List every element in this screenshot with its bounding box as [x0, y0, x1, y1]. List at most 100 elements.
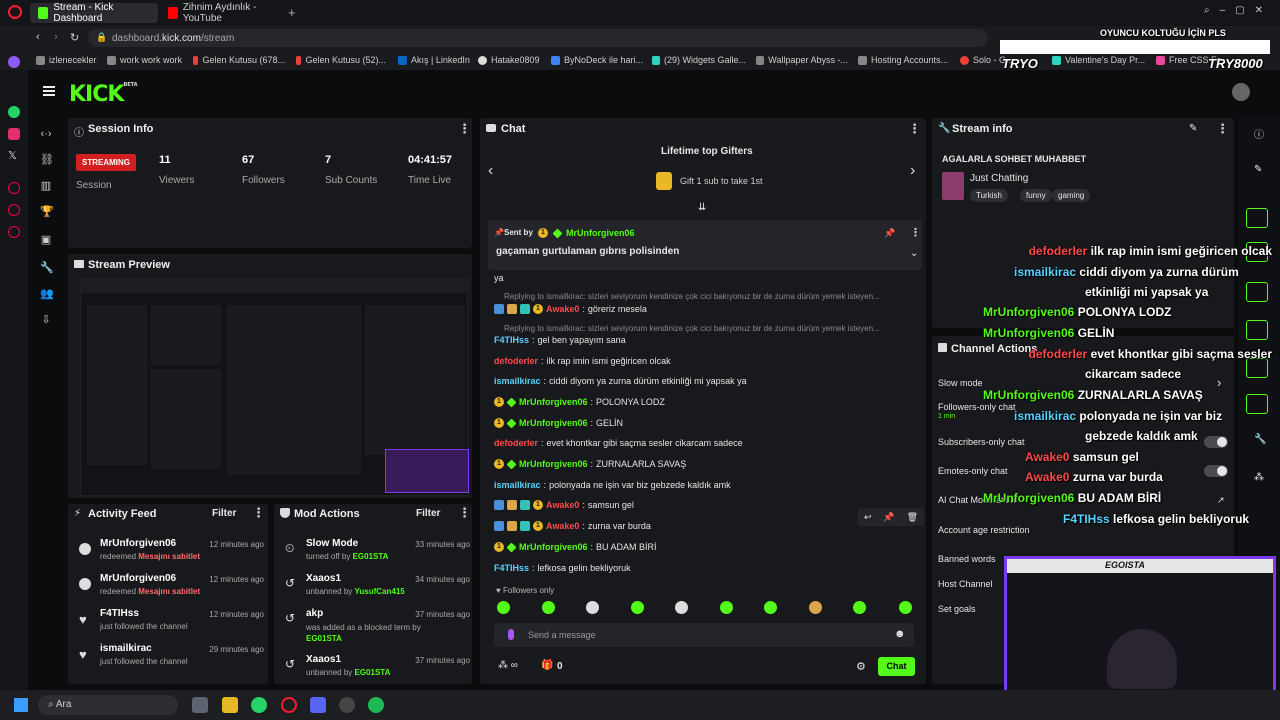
account-age-item[interactable]: Account age restriction [938, 525, 1030, 535]
stream-nav-icon[interactable]: ‹·› [40, 128, 52, 140]
back-icon[interactable]: ‹ [36, 31, 40, 43]
spotify-icon[interactable] [368, 697, 384, 713]
analytics-nav-icon[interactable]: ▥ [40, 180, 52, 192]
chat-username[interactable]: ismailkirac [494, 480, 541, 490]
chat-username[interactable]: MrUnforgiven06 [519, 418, 588, 428]
activity-user[interactable]: MrUnforgiven06 [100, 538, 176, 549]
unpin-icon[interactable]: 📌 [884, 228, 895, 239]
mod-action-title[interactable]: Xaaos1 [306, 654, 341, 665]
windows-start-icon[interactable] [14, 698, 28, 712]
emote-icon[interactable] [720, 601, 733, 614]
activity-user[interactable]: ismailkirac [100, 643, 152, 654]
chat-username[interactable]: F4TIHss [494, 335, 529, 345]
chat-username[interactable]: MrUnforgiven06 [519, 397, 588, 407]
maximize-icon[interactable]: ▢ [1235, 5, 1254, 16]
moderator-name[interactable]: YusufCan415 [355, 587, 405, 596]
tag[interactable]: Turkish [970, 189, 1008, 202]
kick-logo[interactable]: KICKBETA [69, 82, 138, 107]
settings-icon[interactable] [8, 226, 20, 238]
subscribers-only-item[interactable]: Subscribers-only chat [938, 437, 1025, 447]
link-nav-icon[interactable]: ⛓ [40, 154, 54, 166]
chat-settings-icon[interactable]: ⚙ [856, 660, 866, 673]
notes-icon[interactable] [1246, 282, 1268, 302]
obs-icon[interactable] [339, 697, 355, 713]
tools-nav-icon[interactable]: 🔧 [40, 262, 54, 274]
reload-icon[interactable]: ↻ [70, 31, 79, 44]
opera-taskbar-icon[interactable] [281, 697, 297, 713]
activity-menu-icon[interactable]: ⋮ [252, 505, 265, 521]
tools-icon[interactable]: 🔧 [1254, 434, 1266, 445]
gifters-next-icon[interactable]: › [910, 162, 915, 180]
set-goals-item[interactable]: Set goals [938, 604, 976, 614]
emotes-only-toggle[interactable] [1204, 465, 1228, 477]
pin-message-icon[interactable]: 📌 [883, 512, 894, 523]
microphone-icon[interactable] [508, 629, 514, 640]
instagram-icon[interactable] [8, 128, 20, 140]
chat-username[interactable]: Awake0 [546, 521, 579, 531]
mod-filter-button[interactable]: Filter [416, 508, 440, 519]
bookmark-item[interactable]: Akış | LinkedIn [398, 55, 470, 65]
points-icon[interactable]: ⁂ ∞ [498, 660, 518, 671]
send-chat-button[interactable]: Chat [878, 657, 915, 676]
trophy-nav-icon[interactable]: 🏆 [40, 206, 54, 218]
minimize-icon[interactable]: – [1220, 5, 1236, 16]
file-explorer-icon[interactable] [222, 697, 238, 713]
discord-icon[interactable] [310, 697, 326, 713]
bookmark-item[interactable]: (29) Widgets Galle... [652, 55, 746, 65]
info-icon[interactable]: ⓘ [1254, 126, 1264, 141]
chat-username[interactable]: ismailkirac [494, 376, 541, 386]
activity-user[interactable]: F4TIHss [100, 608, 139, 619]
chat-username[interactable]: MrUnforgiven06 [519, 459, 588, 469]
media-nav-icon[interactable]: ▣ [40, 234, 52, 246]
bookmark-item[interactable]: Gelen Kutusu (52)... [296, 55, 386, 65]
slow-mode-item[interactable]: Slow mode [938, 378, 983, 388]
users-icon[interactable]: ⁂ [1254, 472, 1264, 483]
avatar[interactable] [1232, 83, 1250, 101]
emote-icon[interactable] [809, 601, 822, 614]
search-tabs-icon[interactable]: ⌕ [1204, 5, 1220, 16]
url-field[interactable]: 🔒 dashboard. kick.com/stream [88, 29, 988, 47]
moderator-name[interactable]: EG01STA [355, 668, 391, 677]
gift-icon[interactable]: 🎁 [541, 660, 553, 671]
widget-icon[interactable] [1246, 208, 1268, 228]
activity-user[interactable]: MrUnforgiven06 [100, 573, 176, 584]
heart-icon[interactable] [8, 182, 20, 194]
emote-icon[interactable] [586, 601, 599, 614]
emote-icon[interactable] [497, 601, 510, 614]
whatsapp-icon[interactable] [8, 106, 20, 118]
whatsapp-taskbar-icon[interactable] [251, 697, 267, 713]
stream-info-menu-icon[interactable]: ⋮ [1216, 121, 1229, 137]
history-icon[interactable] [8, 204, 20, 216]
chat-username[interactable]: defoderler [494, 438, 538, 448]
tag[interactable]: gaming [1052, 189, 1091, 202]
pinned-menu-icon[interactable]: ⋮ [910, 226, 921, 239]
chat-username[interactable]: F4TIHss [494, 563, 529, 573]
broadcast-icon[interactable] [1246, 358, 1268, 378]
subscribers-only-toggle[interactable] [1204, 436, 1228, 448]
edit-stream-icon[interactable]: ✎ [1189, 123, 1197, 134]
chat-username[interactable]: Awake0 [546, 304, 579, 314]
followers-only-item[interactable]: Followers-only chat [938, 402, 1016, 412]
emote-icon[interactable] [899, 601, 912, 614]
reply-icon[interactable]: ↩ [864, 512, 872, 523]
list-icon[interactable] [1246, 394, 1268, 414]
tag[interactable]: funny [1020, 189, 1052, 202]
close-icon[interactable]: ✕ [1255, 5, 1273, 16]
chat-menu-icon[interactable]: ⋮ [908, 121, 921, 137]
bookmark-item[interactable]: work work work [107, 55, 182, 65]
chat-dock-icon[interactable] [1246, 320, 1268, 340]
bookmark-item[interactable]: Hosting Accounts... [858, 55, 948, 65]
new-tab-icon[interactable]: + [288, 5, 296, 20]
banned-words-item[interactable]: Banned words [938, 554, 996, 564]
tab-youtube[interactable]: Zihnim Aydınlık - YouTube [160, 2, 284, 24]
bookmark-item[interactable]: Valentine's Day Pr... [1052, 55, 1146, 65]
task-view-icon[interactable] [192, 697, 208, 713]
emotes-only-item[interactable]: Emotes-only chat [938, 466, 1008, 476]
opera-logo-icon[interactable] [8, 5, 22, 19]
gifters-prev-icon[interactable]: ‹ [488, 162, 493, 180]
upload-nav-icon[interactable]: ⇩ [40, 314, 52, 326]
moderator-name[interactable]: EG01STA [306, 634, 342, 643]
tab-kick-dashboard[interactable]: Stream - Kick Dashboard [30, 2, 158, 24]
emote-icon[interactable] [853, 601, 866, 614]
messenger-icon[interactable] [8, 56, 20, 68]
